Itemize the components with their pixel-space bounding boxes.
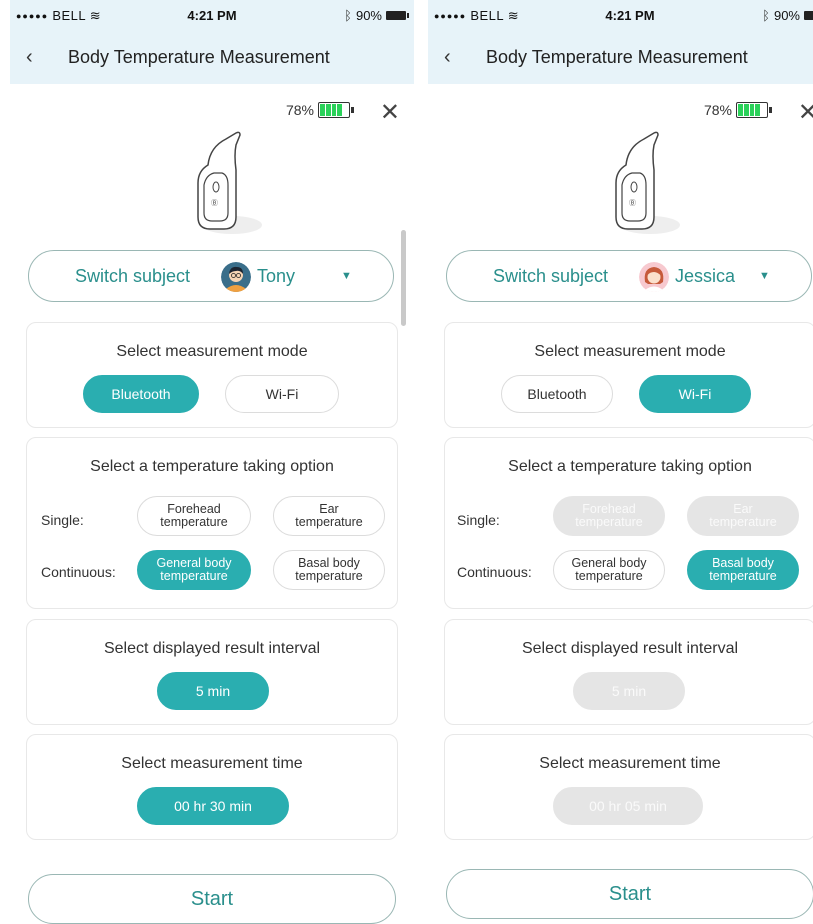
status-right: ᛒ 90% xyxy=(762,8,813,23)
status-bar: ●●●●● BELL ≋ 4:21 PM ᛒ 90% xyxy=(428,0,813,34)
measurement-time-button: 00 hr 05 min xyxy=(553,787,703,825)
ear-temperature-button[interactable]: Ear temperature xyxy=(273,496,385,536)
measurement-mode-card: Select measurement mode Bluetooth Wi-Fi xyxy=(26,322,398,428)
measurement-time-card: Select measurement time 00 hr 05 min xyxy=(444,734,813,840)
ear-thermometer-icon: Ⓑ xyxy=(615,131,680,234)
page-title: Body Temperature Measurement xyxy=(68,47,330,67)
bluetooth-icon: ᛒ xyxy=(344,8,352,23)
measurement-time-card: Select measurement time 00 hr 30 min xyxy=(26,734,398,840)
wifi-mode-button[interactable]: Wi-Fi xyxy=(639,375,751,413)
svg-text:Ⓑ: Ⓑ xyxy=(629,199,636,207)
close-icon[interactable]: ✕ xyxy=(798,98,813,127)
status-bar: ●●●●● BELL ≋ 4:21 PM ᛒ 90% xyxy=(10,0,414,34)
temperature-option-card: Select a temperature taking option Singl… xyxy=(444,437,813,609)
back-icon[interactable]: ‹ xyxy=(444,46,451,69)
result-interval-card: Select displayed result interval 5 min xyxy=(26,619,398,725)
temperature-option-title: Select a temperature taking option xyxy=(90,458,334,475)
result-interval-card: Select displayed result interval 5 min xyxy=(444,619,813,725)
page-title: Body Temperature Measurement xyxy=(486,47,748,67)
device-battery: 78% xyxy=(285,102,354,118)
start-button[interactable]: Start xyxy=(446,869,813,919)
switch-subject-button[interactable]: Switch subject Tony ▼ xyxy=(28,250,394,302)
device-battery-icon xyxy=(736,102,772,118)
general-body-temperature-button[interactable]: General body temperature xyxy=(137,550,251,590)
basal-body-temperature-button[interactable]: Basal body temperature xyxy=(687,550,799,590)
status-battery-percent: 90% xyxy=(773,8,800,23)
interval-value-button[interactable]: 5 min xyxy=(157,672,269,710)
ear-temperature-button: Ear temperature xyxy=(687,496,799,536)
wifi-mode-button[interactable]: Wi-Fi xyxy=(225,375,339,413)
phone-screen-right: ●●●●● BELL ≋ 4:21 PM ᛒ 90% ‹ Body Temper… xyxy=(428,0,813,924)
single-label: Single: xyxy=(41,512,84,528)
switch-subject-button[interactable]: Switch subject Jessica ▼ xyxy=(446,250,812,302)
scrollbar[interactable] xyxy=(401,230,406,326)
status-battery-percent: 90% xyxy=(355,8,382,23)
bluetooth-icon: ᛒ xyxy=(762,8,770,23)
measurement-mode-title: Select measurement mode xyxy=(116,343,308,360)
battery-icon xyxy=(386,11,409,20)
device-battery: 78% xyxy=(703,102,772,118)
switch-subject-label: Switch subject xyxy=(75,265,191,286)
temperature-option-title: Select a temperature taking option xyxy=(508,458,752,475)
switch-subject-label: Switch subject xyxy=(493,265,609,286)
nav-bar: ‹ Body Temperature Measurement xyxy=(428,34,813,84)
basal-body-temperature-button[interactable]: Basal body temperature xyxy=(273,550,385,590)
male-avatar-icon xyxy=(221,262,251,292)
general-body-temperature-button[interactable]: General body temperature xyxy=(553,550,665,590)
bluetooth-mode-button[interactable]: Bluetooth xyxy=(501,375,613,413)
measurement-time-title: Select measurement time xyxy=(121,755,303,772)
dropdown-arrow-icon: ▼ xyxy=(759,270,770,282)
result-interval-title: Select displayed result interval xyxy=(521,640,739,657)
device-battery-percent: 78% xyxy=(285,102,314,118)
single-label: Single: xyxy=(457,512,500,528)
measurement-time-title: Select measurement time xyxy=(539,755,721,772)
forehead-temperature-button: Forehead temperature xyxy=(553,496,665,536)
svg-text:Ⓑ: Ⓑ xyxy=(211,199,218,207)
result-interval-title: Select displayed result interval xyxy=(103,640,321,657)
subject-name: Tony xyxy=(257,265,296,286)
ear-thermometer-icon: Ⓑ xyxy=(197,131,262,234)
bluetooth-mode-button[interactable]: Bluetooth xyxy=(83,375,199,413)
back-icon[interactable]: ‹ xyxy=(26,46,33,69)
status-right: ᛒ 90% xyxy=(344,8,409,23)
device-battery-percent: 78% xyxy=(703,102,732,118)
phone-screen-left: ●●●●● BELL ≋ 4:21 PM ᛒ 90% ‹ Body Temper… xyxy=(10,0,414,924)
measurement-time-button[interactable]: 00 hr 30 min xyxy=(137,787,289,825)
nav-bar: ‹ Body Temperature Measurement xyxy=(10,34,414,84)
close-icon[interactable]: ✕ xyxy=(380,98,400,127)
interval-value-button: 5 min xyxy=(573,672,685,710)
battery-icon xyxy=(804,11,813,20)
device-battery-icon xyxy=(318,102,354,118)
subject-name: Jessica xyxy=(675,265,736,286)
status-time: 4:21 PM xyxy=(605,8,655,23)
continuous-label: Continuous: xyxy=(41,564,116,580)
measurement-mode-card: Select measurement mode Bluetooth Wi-Fi xyxy=(444,322,813,428)
temperature-option-card: Select a temperature taking option Singl… xyxy=(26,437,398,609)
start-button[interactable]: Start xyxy=(28,874,396,924)
forehead-temperature-button[interactable]: Forehead temperature xyxy=(137,496,251,536)
female-avatar-icon xyxy=(639,262,669,292)
dropdown-arrow-icon: ▼ xyxy=(341,270,352,282)
measurement-mode-title: Select measurement mode xyxy=(534,343,726,360)
continuous-label: Continuous: xyxy=(457,564,532,580)
